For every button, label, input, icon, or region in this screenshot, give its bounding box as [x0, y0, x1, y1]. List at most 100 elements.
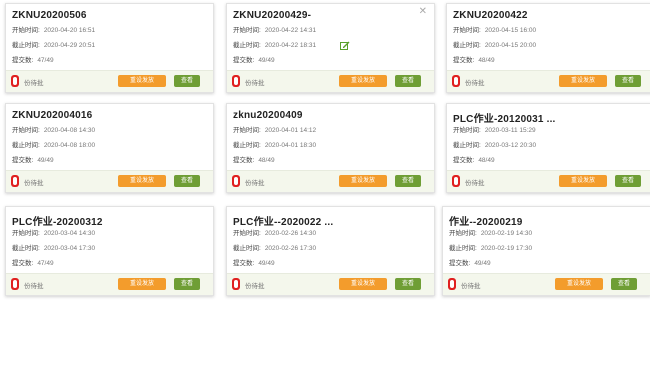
ungraded-count-icon [452, 75, 460, 87]
start-time-row: 开始时间: 2020-03-04 14:30 [12, 227, 95, 237]
submitted-row: 提交数: 49/49 [233, 54, 275, 64]
reset-distribution-button[interactable]: 重设发放 [555, 278, 603, 290]
pending-label: 份待批 [24, 283, 44, 290]
submitted-value: 47/49 [37, 57, 54, 64]
submitted-label: 提交数: [12, 157, 34, 164]
start-time-label: 开始时间: [453, 127, 481, 134]
start-time-value: 2020-04-15 16:00 [484, 27, 537, 34]
assignment-title[interactable]: 作业--20200219 [449, 213, 523, 228]
ungraded-count-icon [11, 175, 19, 187]
start-time-label: 开始时间: [233, 127, 261, 134]
assignment-title[interactable]: PLC作业-20200312 [12, 213, 103, 228]
pending-label: 份待批 [245, 180, 265, 187]
assignment-card[interactable]: zknu20200409 开始时间: 2020-04-01 14:12 截止时间:… [226, 103, 435, 193]
assignment-title[interactable]: ZKNU20200429- [233, 10, 311, 21]
assignment-title[interactable]: ZKNU20200422 [453, 10, 528, 21]
end-time-label: 截止时间: [233, 142, 261, 149]
assignment-title[interactable]: PLC作业-20120031 ... [453, 110, 556, 125]
start-time-row: 开始时间: 2020-04-20 16:51 [12, 24, 95, 34]
submitted-value: 49/49 [37, 157, 54, 164]
assignment-title[interactable]: ZKNU20200506 [12, 10, 87, 21]
end-time-label: 截止时间: [453, 142, 481, 149]
end-time-label: 截止时间: [449, 245, 477, 252]
ungraded-count-icon [448, 278, 456, 290]
reset-distribution-button[interactable]: 重设发放 [118, 175, 166, 187]
submitted-row: 提交数: 47/49 [12, 54, 54, 64]
end-time-row: 截止时间: 2020-04-22 18:31 [233, 39, 316, 49]
end-time-row: 截止时间: 2020-04-15 20:00 [453, 39, 536, 49]
assignment-card[interactable]: ZKNU20200429- 开始时间: 2020-04-22 14:31 截止时间… [226, 3, 435, 93]
assignment-card[interactable]: PLC作业--2020022 ... 开始时间: 2020-02-26 14:30… [226, 206, 435, 296]
pending-label: 份待批 [24, 80, 44, 87]
submitted-row: 提交数: 49/49 [233, 257, 275, 267]
submitted-label: 提交数: [12, 57, 34, 64]
end-time-label: 截止时间: [12, 142, 40, 149]
view-button[interactable]: 查看 [174, 175, 200, 187]
view-button[interactable]: 查看 [611, 278, 637, 290]
start-time-row: 开始时间: 2020-04-01 14:12 [233, 124, 316, 134]
reset-distribution-button[interactable]: 重设发放 [339, 278, 387, 290]
card-footer: 份待批 重设发放 查看 [227, 170, 434, 192]
submitted-label: 提交数: [449, 260, 471, 267]
pending-label: 份待批 [465, 80, 485, 87]
end-time-value: 2020-02-26 17:30 [264, 245, 317, 252]
start-time-row: 开始时间: 2020-04-15 16:00 [453, 24, 536, 34]
assignment-card[interactable]: ZKNU20200506 开始时间: 2020-04-20 16:51 截止时间:… [5, 3, 214, 93]
view-button[interactable]: 查看 [174, 278, 200, 290]
close-icon[interactable]: ✕ [419, 7, 427, 17]
ungraded-count-icon [232, 175, 240, 187]
submitted-label: 提交数: [12, 260, 34, 267]
end-time-value: 2020-03-04 17:30 [43, 245, 96, 252]
start-time-label: 开始时间: [449, 230, 477, 237]
pending-label: 份待批 [24, 180, 44, 187]
end-time-row: 截止时间: 2020-03-12 20:30 [453, 139, 536, 149]
assignment-title[interactable]: PLC作业--2020022 ... [233, 213, 333, 228]
submitted-value: 48/49 [478, 57, 495, 64]
assignment-title[interactable]: ZKNU202004016 [12, 110, 92, 121]
card-footer: 份待批 重设发放 查看 [443, 273, 650, 295]
pending-label: 份待批 [245, 283, 265, 290]
assignment-card[interactable]: ZKNU202004016 开始时间: 2020-04-08 14:30 截止时间… [5, 103, 214, 193]
start-time-value: 2020-04-20 16:51 [43, 27, 96, 34]
edit-icon[interactable] [340, 38, 350, 50]
end-time-value: 2020-02-19 17:30 [480, 245, 533, 252]
submitted-row: 提交数: 49/49 [449, 257, 491, 267]
submitted-value: 47/49 [37, 260, 54, 267]
ungraded-count-icon [11, 278, 19, 290]
reset-distribution-button[interactable]: 重设发放 [118, 278, 166, 290]
view-button[interactable]: 查看 [615, 75, 641, 87]
card-footer: 份待批 重设发放 查看 [227, 70, 434, 92]
start-time-value: 2020-02-19 14:30 [480, 230, 533, 237]
end-time-value: 2020-04-29 20:51 [43, 42, 96, 49]
assignment-card[interactable]: 作业--20200219 开始时间: 2020-02-19 14:30 截止时间:… [442, 206, 650, 296]
assignment-card[interactable]: PLC作业-20120031 ... 开始时间: 2020-03-11 15:29… [446, 103, 650, 193]
assignment-card[interactable]: PLC作业-20200312 开始时间: 2020-03-04 14:30 截止时… [5, 206, 214, 296]
end-time-row: 截止时间: 2020-04-01 18:30 [233, 139, 316, 149]
card-footer: 份待批 重设发放 查看 [227, 273, 434, 295]
assignment-card[interactable]: ZKNU20200422 开始时间: 2020-04-15 16:00 截止时间:… [446, 3, 650, 93]
submitted-label: 提交数: [453, 157, 475, 164]
view-button[interactable]: 查看 [615, 175, 641, 187]
start-time-label: 开始时间: [233, 230, 261, 237]
view-button[interactable]: 查看 [395, 278, 421, 290]
end-time-label: 截止时间: [12, 245, 40, 252]
ungraded-count-icon [232, 75, 240, 87]
end-time-label: 截止时间: [12, 42, 40, 49]
view-button[interactable]: 查看 [395, 75, 421, 87]
submitted-row: 提交数: 47/49 [12, 257, 54, 267]
pending-label: 份待批 [461, 283, 481, 290]
reset-distribution-button[interactable]: 重设发放 [559, 175, 607, 187]
submitted-label: 提交数: [233, 260, 255, 267]
card-footer: 份待批 重设发放 查看 [6, 170, 213, 192]
view-button[interactable]: 查看 [174, 75, 200, 87]
reset-distribution-button[interactable]: 重设发放 [559, 75, 607, 87]
reset-distribution-button[interactable]: 重设发放 [339, 175, 387, 187]
view-button[interactable]: 查看 [395, 175, 421, 187]
assignment-title[interactable]: zknu20200409 [233, 110, 303, 121]
pending-label: 份待批 [245, 80, 265, 87]
reset-distribution-button[interactable]: 重设发放 [339, 75, 387, 87]
ungraded-count-icon [11, 75, 19, 87]
end-time-value: 2020-04-15 20:00 [484, 42, 537, 49]
submitted-row: 提交数: 49/49 [12, 154, 54, 164]
reset-distribution-button[interactable]: 重设发放 [118, 75, 166, 87]
